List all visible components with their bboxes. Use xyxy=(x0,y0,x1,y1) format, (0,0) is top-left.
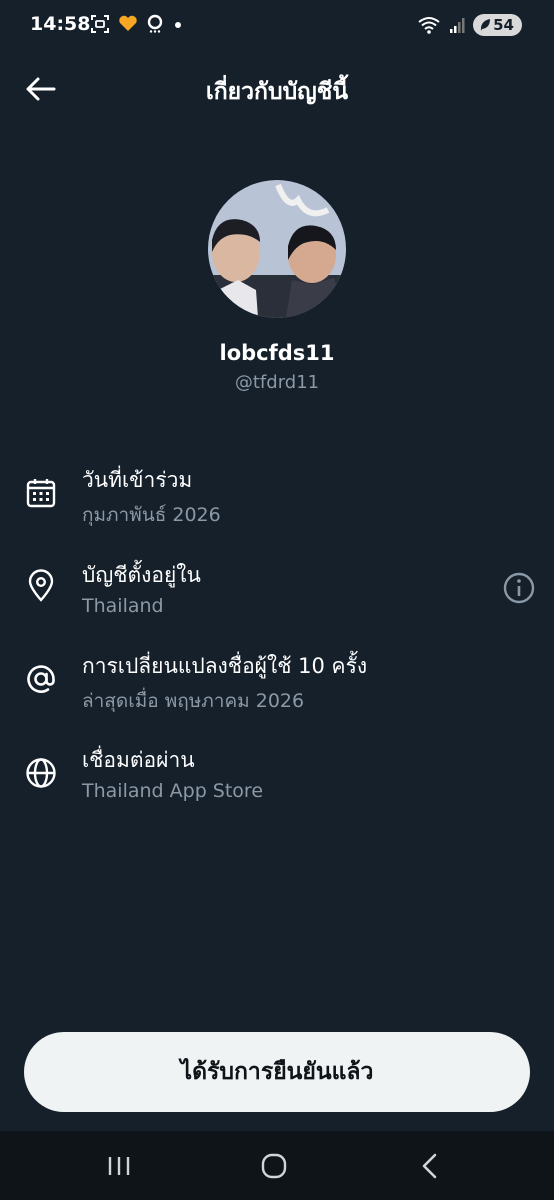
info-row-username-changes: การเปลี่ยนแปลงชื่อผู้ใช้ 10 ครั้ง ล่าสุด… xyxy=(0,650,554,730)
home-icon[interactable] xyxy=(254,1149,294,1183)
system-icons: 54 xyxy=(417,14,522,36)
row-subtitle: กุมภาพันธ์ 2026 xyxy=(82,504,221,526)
row-subtitle: ล่าสุดเมื่อ พฤษภาคม 2026 xyxy=(82,690,305,712)
info-icon[interactable] xyxy=(502,571,536,605)
verified-button[interactable]: ได้รับการยืนยันแล้ว xyxy=(24,1032,530,1112)
username-handle: @tfdrd11 xyxy=(234,372,320,393)
dot-icon xyxy=(175,22,181,28)
avatar xyxy=(208,180,346,318)
page-title: เกี่ยวกับบัญชีนี้ xyxy=(205,79,349,105)
status-bar: 14:58 54 xyxy=(0,0,554,52)
search-app-icon xyxy=(147,14,163,33)
notification-icons xyxy=(90,14,182,34)
row-subtitle: Thailand App Store xyxy=(82,780,264,802)
header: เกี่ยวกับบัญชีนี้ xyxy=(0,60,554,118)
row-title: บัญชีตั้งอยู่ใน xyxy=(82,563,201,587)
row-subtitle: Thailand xyxy=(82,595,164,617)
heart-app-icon xyxy=(119,15,137,31)
battery-indicator: 54 xyxy=(473,14,522,36)
recent-apps-icon[interactable] xyxy=(99,1149,139,1183)
location-pin-icon xyxy=(28,569,54,602)
calendar-icon xyxy=(26,479,56,508)
at-sign-icon xyxy=(27,665,55,693)
back-nav-icon[interactable] xyxy=(410,1149,450,1183)
navigation-bar xyxy=(0,1131,554,1200)
row-title: การเปลี่ยนแปลงชื่อผู้ใช้ 10 ครั้ง xyxy=(82,654,368,678)
info-row-joined: วันที่เข้าร่วม กุมภาพันธ์ 2026 xyxy=(0,464,554,544)
row-title: เชื่อมต่อผ่าน xyxy=(82,748,195,772)
wifi-icon xyxy=(418,17,440,34)
screenshot-icon xyxy=(91,15,109,33)
display-name: lobcfds11 xyxy=(219,341,335,365)
globe-icon xyxy=(26,758,56,788)
status-time: 14:58 xyxy=(30,13,91,35)
info-row-location: บัญชีตั้งอยู่ใน Thailand xyxy=(0,559,554,639)
battery-level: 54 xyxy=(493,16,514,34)
signal-icon xyxy=(450,18,465,33)
info-row-connected-via: เชื่อมต่อผ่าน Thailand App Store xyxy=(0,744,554,824)
row-title: วันที่เข้าร่วม xyxy=(82,468,193,492)
leaf-icon xyxy=(481,19,491,31)
